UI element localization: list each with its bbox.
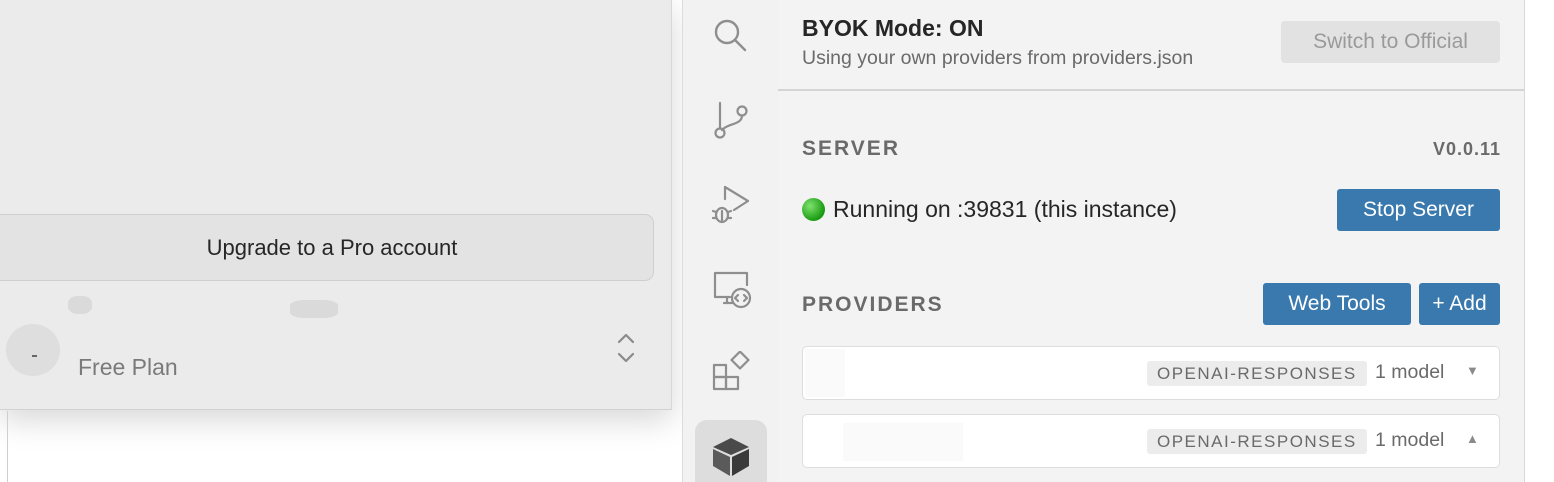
redacted-blob <box>290 300 338 318</box>
web-tools-button[interactable]: Web Tools <box>1263 283 1411 325</box>
source-control-icon[interactable] <box>707 96 755 144</box>
avatar-mark <box>32 355 37 357</box>
server-status-text: Running on :39831 (this instance) <box>833 196 1177 222</box>
provider-row[interactable]: OPENAI-RESPONSES 1 model ▼ <box>802 346 1500 400</box>
status-dot-icon <box>802 198 825 221</box>
byok-cube-icon[interactable] <box>707 432 755 480</box>
search-icon[interactable] <box>707 12 755 60</box>
caret-up-icon[interactable]: ▲ <box>1466 431 1479 446</box>
redacted-blob <box>68 296 92 314</box>
background-window: Upgrade to a Pro account Free Plan <box>0 0 682 482</box>
chevron-up-down-icon[interactable] <box>612 330 640 366</box>
server-status: Running on :39831 (this instance) <box>802 196 1177 223</box>
redacted-area <box>805 349 845 397</box>
stop-server-button[interactable]: Stop Server <box>1337 189 1500 231</box>
run-debug-icon[interactable] <box>707 180 755 228</box>
upgrade-pro-button[interactable]: Upgrade to a Pro account <box>0 214 654 281</box>
server-section-title: SERVER <box>802 137 900 160</box>
switch-to-official-button[interactable]: Switch to Official <box>1281 21 1500 63</box>
byok-panel: BYOK Mode: ON Using your own providers f… <box>778 0 1526 482</box>
activity-bar <box>682 0 778 482</box>
caret-down-icon[interactable]: ▼ <box>1466 363 1479 378</box>
divider <box>778 89 1524 91</box>
extensions-icon[interactable] <box>707 348 755 396</box>
redacted-area <box>843 423 963 461</box>
provider-row[interactable]: OPENAI-RESPONSES 1 model ▲ <box>802 414 1500 468</box>
remote-explorer-icon[interactable] <box>707 264 755 312</box>
version-label: V0.0.11 <box>1432 139 1501 159</box>
editor-edge <box>0 411 8 482</box>
add-provider-button[interactable]: + Add <box>1419 283 1500 325</box>
window-edge <box>1524 0 1554 482</box>
byok-subtitle: Using your own providers from providers.… <box>802 47 1194 69</box>
provider-type-badge: OPENAI-RESPONSES <box>1147 429 1367 454</box>
byok-title: BYOK Mode: ON <box>802 15 984 41</box>
provider-type-badge: OPENAI-RESPONSES <box>1147 361 1367 386</box>
provider-model-count: 1 model <box>1375 429 1445 451</box>
plan-label: Free Plan <box>78 354 178 380</box>
avatar[interactable] <box>6 324 60 376</box>
account-popup: Upgrade to a Pro account Free Plan <box>0 0 672 410</box>
providers-section-title: PROVIDERS <box>802 293 944 316</box>
provider-model-count: 1 model <box>1375 361 1445 383</box>
